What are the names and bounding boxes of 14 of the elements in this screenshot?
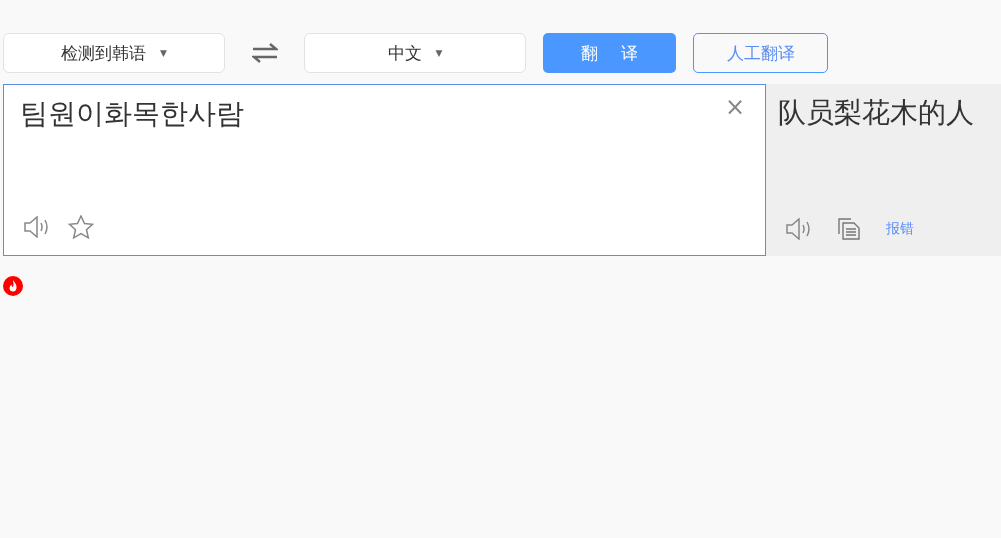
human-translate-button[interactable]: 人工翻译 xyxy=(693,33,828,73)
clear-button[interactable]: × xyxy=(724,95,745,119)
source-text-field[interactable]: 팀원이화목한사람 xyxy=(20,95,420,135)
speaker-icon[interactable] xyxy=(24,216,50,238)
hot-icon xyxy=(3,276,23,296)
swap-icon[interactable] xyxy=(251,43,278,63)
report-error-link[interactable]: 报错 xyxy=(886,220,914,238)
star-icon[interactable] xyxy=(68,215,94,239)
copy-icon[interactable] xyxy=(838,218,860,240)
translation-text: 队员梨花木的人 xyxy=(778,98,975,129)
speaker-icon[interactable] xyxy=(786,218,812,240)
target-language-dropdown[interactable]: 中文 ▼ xyxy=(304,33,526,73)
translate-button[interactable]: 翻 译 xyxy=(543,33,676,73)
source-language-dropdown[interactable]: 检测到韩语 ▼ xyxy=(3,33,225,73)
